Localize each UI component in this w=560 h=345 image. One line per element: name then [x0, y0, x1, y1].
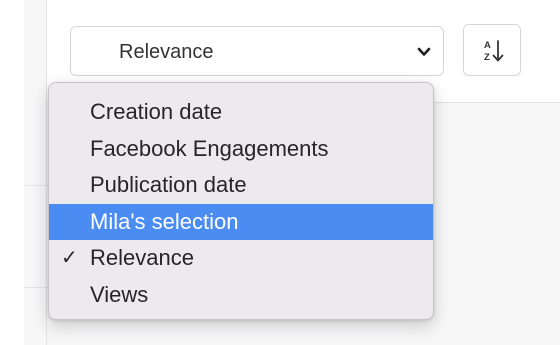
sort-select-value: Relevance: [119, 41, 214, 63]
sort-direction-button[interactable]: A Z: [463, 24, 521, 76]
menu-item-label: Relevance: [90, 245, 194, 270]
sort-select[interactable]: Relevance: [70, 26, 444, 76]
checkmark-icon: ✓: [61, 247, 78, 269]
menu-item-creation-date[interactable]: Creation date: [49, 94, 433, 131]
menu-item-label: Facebook Engagements: [90, 135, 329, 161]
sort-dropdown-menu: Creation date Facebook Engagements Publi…: [48, 82, 434, 320]
menu-item-label: Creation date: [90, 99, 223, 124]
menu-item-label: Mila's selection: [90, 208, 239, 234]
row-divider: [24, 185, 48, 186]
chevron-down-icon: [417, 47, 431, 56]
sort-alpha-ascending-icon: A Z: [484, 40, 504, 63]
menu-item-facebook-engagements[interactable]: Facebook Engagements: [49, 131, 433, 168]
menu-item-relevance[interactable]: ✓ Relevance: [49, 240, 433, 277]
menu-item-views[interactable]: Views: [49, 277, 433, 314]
menu-item-label: Views: [90, 281, 149, 307]
sort-icon-bottom-letter: Z: [484, 52, 490, 63]
row-divider: [24, 287, 48, 288]
menu-item-label: Publication date: [90, 172, 247, 197]
page-margin: [0, 0, 24, 345]
menu-item-publication-date[interactable]: Publication date: [49, 167, 433, 204]
menu-item-milas-selection[interactable]: Mila's selection: [49, 203, 433, 240]
sort-icon-top-letter: A: [484, 40, 491, 51]
